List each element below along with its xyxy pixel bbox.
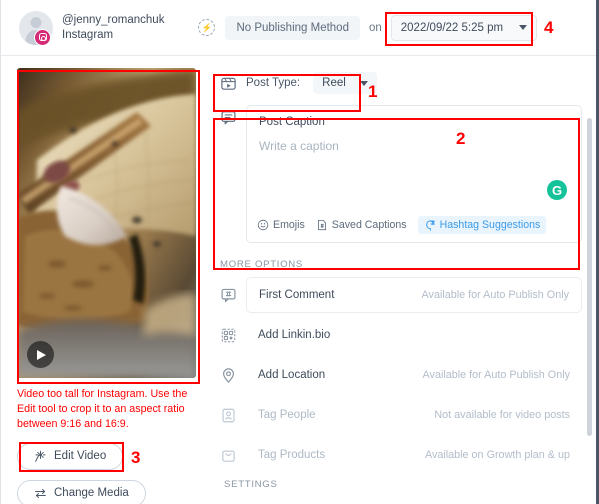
emoji-smiley-icon xyxy=(257,219,269,231)
play-icon[interactable] xyxy=(27,341,54,368)
account-selector[interactable]: @jenny_romanchuk Instagram xyxy=(19,10,164,46)
chevron-down-icon xyxy=(519,25,528,30)
option-row-linkinbio[interactable]: Add Linkin.bio xyxy=(216,315,582,355)
option-label: Tag Products xyxy=(258,449,326,461)
option-note: Not available for video posts xyxy=(434,409,570,421)
account-handle: @jenny_romanchuk xyxy=(62,13,165,26)
hashtag-icon xyxy=(425,220,435,231)
first-comment-field[interactable]: First Comment Available for Auto Publish… xyxy=(246,277,582,313)
caption-card[interactable]: Post Caption Write a caption G Emojis Sa… xyxy=(246,105,582,243)
post-type-label: Post Type: xyxy=(246,77,301,89)
saved-captions-button[interactable]: Saved Captions xyxy=(316,219,407,231)
auto-publish-bolt-icon xyxy=(198,19,216,36)
edit-video-button[interactable]: Edit Video xyxy=(17,442,124,470)
account-network: Instagram xyxy=(62,28,114,41)
tag-person-icon xyxy=(222,408,235,422)
account-text: @jenny_romanchuk Instagram xyxy=(62,13,164,42)
swap-arrows-icon xyxy=(35,488,46,498)
schedule-date-value: 2022/09/22 5:25 pm xyxy=(400,21,504,34)
option-row-first-comment[interactable]: First Comment Available for Auto Publish… xyxy=(216,275,582,315)
publishing-method-group: No Publishing Method xyxy=(198,15,360,40)
edit-video-label: Edit Video xyxy=(54,450,107,463)
avatar-wrapper xyxy=(19,10,53,46)
change-media-label: Change Media xyxy=(54,487,129,500)
option-note: Available for Auto Publish Only xyxy=(422,369,570,381)
more-options-label: MORE OPTIONS xyxy=(220,259,304,270)
hashtag-comment-icon xyxy=(221,288,236,302)
annotation-number-1: 1 xyxy=(368,82,378,101)
grammarly-icon[interactable]: G xyxy=(547,180,567,200)
caption-input[interactable]: Write a caption xyxy=(259,139,569,153)
publishing-method-button[interactable]: No Publishing Method xyxy=(225,15,360,40)
vertical-scrollbar[interactable] xyxy=(587,118,592,436)
reel-icon xyxy=(221,77,236,90)
on-label: on xyxy=(368,21,382,34)
annotation-number-2: 2 xyxy=(456,129,466,148)
settings-label: SETTINGS xyxy=(224,479,278,490)
emojis-button[interactable]: Emojis xyxy=(257,219,305,231)
linkinbio-qr-icon xyxy=(221,328,236,342)
caption-toolbar: Emojis Saved Captions Hashtag Suggestion… xyxy=(257,216,547,234)
composer-header: @jenny_romanchuk Instagram No Publishing… xyxy=(1,0,596,56)
option-label: Add Linkin.bio xyxy=(258,329,331,341)
post-composer-panel: @jenny_romanchuk Instagram No Publishing… xyxy=(0,0,599,504)
option-label: First Comment xyxy=(259,289,335,301)
location-pin-icon xyxy=(222,367,235,383)
tag-products-field: Tag Products Available on Growth plan & … xyxy=(246,438,582,472)
change-media-button[interactable]: Change Media xyxy=(17,479,146,504)
saved-captions-icon xyxy=(317,219,326,231)
saved-captions-label: Saved Captions xyxy=(331,219,407,231)
annotation-number-3: 3 xyxy=(131,448,141,467)
schedule-date-dropdown[interactable]: 2022/09/22 5:25 pm xyxy=(390,14,538,41)
composer-body: Video too tall for Instagram. Use the Ed… xyxy=(1,56,596,504)
emojis-label: Emojis xyxy=(273,219,305,231)
option-label: Add Location xyxy=(258,369,326,381)
media-thumbnail xyxy=(17,68,196,378)
post-type-value: Reel xyxy=(322,77,346,89)
option-note: Available on Growth plan & up xyxy=(424,449,570,461)
caption-section: Post Caption Write a caption G Emojis Sa… xyxy=(216,105,582,243)
instagram-icon xyxy=(34,28,51,46)
option-row-tag-people: Tag People Not available for video posts xyxy=(216,395,582,435)
location-field[interactable]: Add Location Available for Auto Publish … xyxy=(246,358,582,392)
option-label: Tag People xyxy=(258,409,316,421)
options-column: Post Type: Reel Post Caption Write a cap… xyxy=(212,56,596,503)
linkinbio-field[interactable]: Add Linkin.bio xyxy=(246,318,582,352)
option-row-tag-products: Tag Products Available on Growth plan & … xyxy=(216,435,582,475)
edit-video-row: Edit Video xyxy=(17,433,200,470)
media-column: Video too tall for Instagram. Use the Ed… xyxy=(1,56,212,504)
shopping-bag-icon xyxy=(222,450,235,462)
hashtag-suggestions-label: Hashtag Suggestions xyxy=(439,219,541,231)
chevron-down-icon xyxy=(359,80,368,86)
media-warning-text: Video too tall for Instagram. Use the Ed… xyxy=(17,388,188,431)
tag-people-field: Tag People Not available for video posts xyxy=(246,398,582,432)
magic-wand-icon xyxy=(35,450,46,462)
option-note: Available for Auto Publish Only xyxy=(421,289,569,301)
comment-icon xyxy=(221,111,236,125)
option-row-location[interactable]: Add Location Available for Auto Publish … xyxy=(216,355,582,395)
post-type-row: Post Type: Reel xyxy=(216,68,582,94)
caption-title: Post Caption xyxy=(259,116,325,128)
annotation-number-4: 4 xyxy=(544,18,554,37)
media-preview[interactable] xyxy=(17,68,196,378)
hashtag-suggestions-button[interactable]: Hashtag Suggestions xyxy=(417,216,547,234)
